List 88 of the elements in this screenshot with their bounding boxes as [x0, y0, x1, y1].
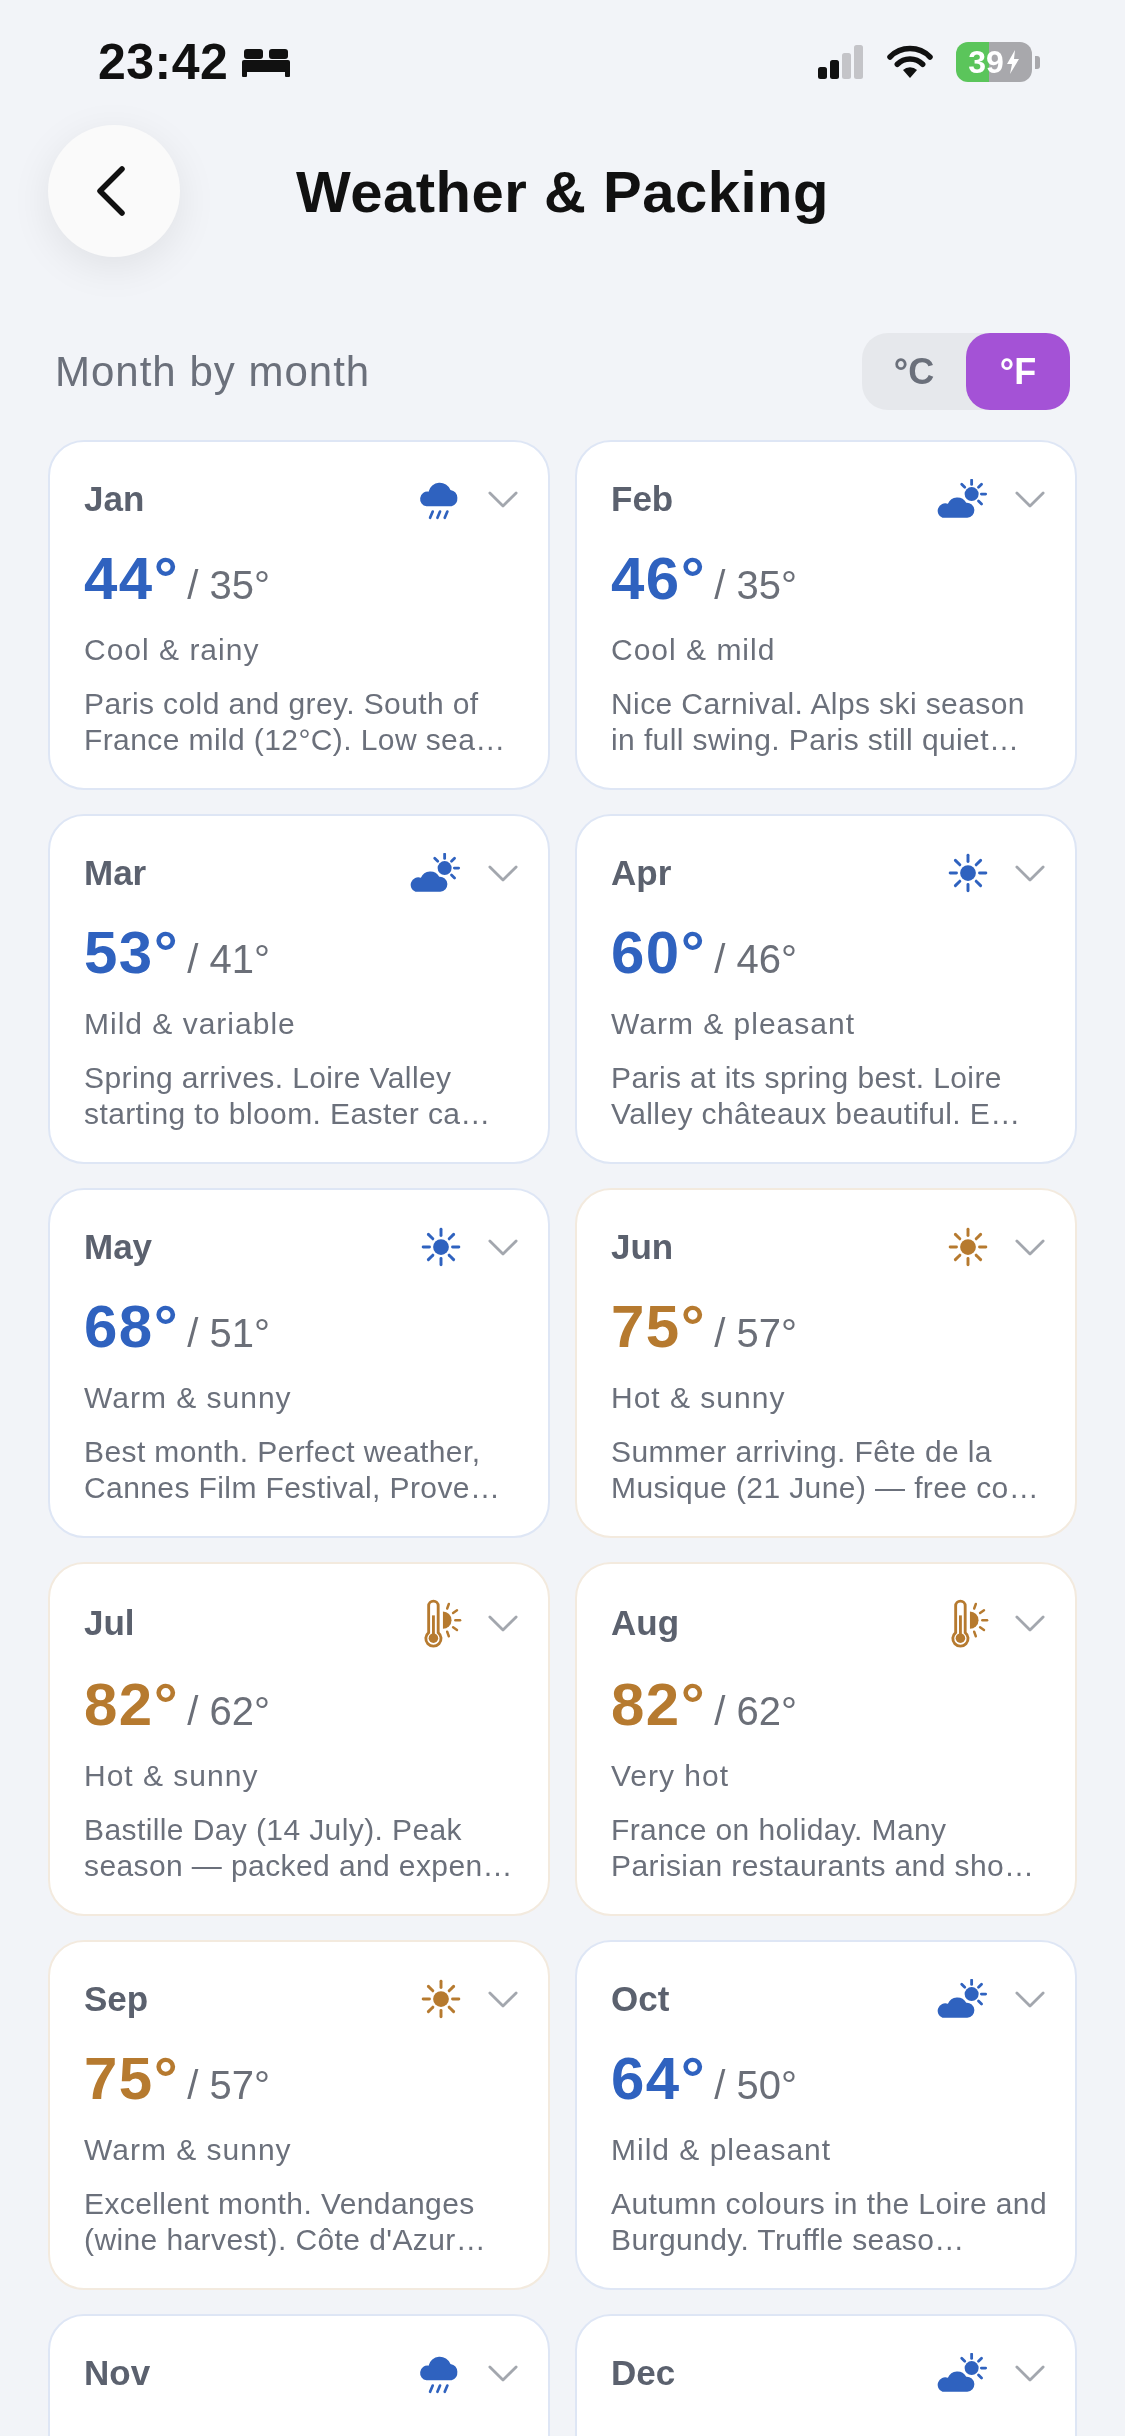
- high-temperature: 64°: [611, 2046, 707, 2112]
- high-temperature: 44°: [84, 546, 180, 612]
- high-temperature: 75°: [84, 2046, 180, 2112]
- month-card[interactable]: Aug 82°/ 62° Very hot France on holiday. Many Parisian restaurants and sho…: [575, 1562, 1077, 1916]
- month-card[interactable]: Sep 75°/ 57° Warm & sunny Excellent month. Vendanges (wine harvest). Côte d'Azur…: [48, 1940, 550, 2290]
- weather-condition: Mild & pleasant: [611, 2132, 833, 2168]
- month-description: Best month. Perfect weather, Cannes Film Festival, Prove…: [84, 1434, 502, 1506]
- month-name: Jan: [84, 479, 145, 519]
- chevron-down-icon[interactable]: [488, 490, 518, 508]
- high-temperature: 60°: [611, 920, 707, 986]
- high-temperature: 75°: [611, 1294, 707, 1360]
- weather-condition: Warm & sunny: [84, 2132, 293, 2168]
- unit-option[interactable]: °F: [966, 333, 1070, 410]
- chevron-down-icon[interactable]: [488, 1238, 518, 1256]
- high-temperature: 68°: [84, 1294, 180, 1360]
- chevron-down-icon[interactable]: [488, 1990, 518, 2008]
- month-description: Paris cold and grey. South of France mild (12°C). Low sea…: [84, 686, 507, 758]
- weather-condition: Cool & mild: [611, 632, 777, 668]
- chevron-left-icon: [96, 166, 126, 216]
- month-card[interactable]: Nov: [48, 2314, 550, 2436]
- chevron-down-icon[interactable]: [488, 2364, 518, 2382]
- section-title: Month by month: [55, 347, 371, 396]
- chevron-down-icon[interactable]: [488, 864, 518, 882]
- month-name: Dec: [611, 2353, 676, 2393]
- chevron-down-icon[interactable]: [1015, 490, 1045, 508]
- high-temperature: 53°: [84, 920, 180, 986]
- weather-condition: Mild & variable: [84, 1006, 297, 1042]
- status-time: 23:42: [98, 33, 229, 91]
- low-temperature: / 57°: [714, 1311, 797, 1356]
- high-temperature: 82°: [84, 1672, 180, 1738]
- month-name: Oct: [611, 1979, 670, 2019]
- month-name: Jun: [611, 1227, 674, 1267]
- month-card[interactable]: May 68°/ 51° Warm & sunny Best month. Perfect weather, Cannes Film Festival, Prove…: [48, 1188, 550, 1538]
- weather-condition: Cool & rainy: [84, 632, 261, 668]
- month-card[interactable]: Jan 44°/ 35° Cool & rainy Paris cold and grey. South of France mild (12°C). Low sea…: [48, 440, 550, 790]
- month-description: Paris at its spring best. Loire Valley châteaux beautiful. E…: [611, 1060, 1022, 1132]
- low-temperature: / 62°: [187, 1689, 270, 1734]
- month-name: Jul: [84, 1603, 135, 1643]
- weather-condition: Warm & sunny: [84, 1380, 293, 1416]
- month-card[interactable]: Mar 53°/ 41° Mild & variable Spring arrives. Loire Valley starting to bloom. Easter ca…: [48, 814, 550, 1164]
- weather-condition: Warm & pleasant: [611, 1006, 856, 1042]
- unit-option[interactable]: °C: [862, 333, 966, 410]
- month-name: Nov: [84, 2353, 151, 2393]
- month-name: May: [84, 1227, 153, 1267]
- month-description: Nice Carnival. Alps ski season in full swing. Paris still quiet…: [611, 686, 1026, 758]
- chevron-down-icon[interactable]: [1015, 1614, 1045, 1632]
- month-card[interactable]: Oct 64°/ 50° Mild & pleasant Autumn colours in the Loire and Burgundy. Truffle seaso…: [575, 1940, 1077, 2290]
- month-name: Mar: [84, 853, 147, 893]
- month-card[interactable]: Dec: [575, 2314, 1077, 2436]
- battery-percent: 39: [968, 46, 1004, 78]
- month-description: France on holiday. Many Parisian restaurants and sho…: [611, 1812, 1036, 1884]
- month-description: Bastille Day (14 July). Peak season — packed and expen…: [84, 1812, 514, 1884]
- month-card[interactable]: Jul 82°/ 62° Hot & sunny Bastille Day (14 July). Peak season — packed and expen…: [48, 1562, 550, 1916]
- bed-icon: [242, 47, 291, 77]
- month-name: Sep: [84, 1979, 149, 2019]
- low-temperature: / 41°: [187, 937, 270, 982]
- month-description: Excellent month. Vendanges (wine harvest). Côte d'Azur…: [84, 2186, 488, 2258]
- month-name: Feb: [611, 479, 674, 519]
- charging-bolt-icon: [1005, 50, 1020, 74]
- wifi-icon: [886, 45, 934, 79]
- low-temperature: / 46°: [714, 937, 797, 982]
- signal-icon: [818, 45, 864, 79]
- low-temperature: / 50°: [714, 2063, 797, 2108]
- low-temperature: / 35°: [187, 563, 270, 608]
- month-description: Autumn colours in the Loire and Burgundy. Truffle seaso…: [611, 2186, 1048, 2258]
- chevron-down-icon[interactable]: [1015, 1990, 1045, 2008]
- page-title: Weather & Packing: [296, 157, 829, 225]
- month-card[interactable]: Feb 46°/ 35° Cool & mild Nice Carnival. Alps ski season in full swing. Paris still quiet…: [575, 440, 1077, 790]
- chevron-down-icon[interactable]: [1015, 2364, 1045, 2382]
- battery-cap: [1035, 55, 1040, 69]
- month-card[interactable]: Apr 60°/ 46° Warm & pleasant Paris at its spring best. Loire Valley châteaux beautiful. E…: [575, 814, 1077, 1164]
- month-description: Summer arriving. Fête de la Musique (21 June) — free co…: [611, 1434, 1041, 1506]
- month-name: Aug: [611, 1603, 680, 1643]
- high-temperature: 46°: [611, 546, 707, 612]
- month-description: Spring arrives. Loire Valley starting to bloom. Easter ca…: [84, 1060, 492, 1132]
- month-card[interactable]: Jun 75°/ 57° Hot & sunny Summer arriving. Fête de la Musique (21 June) — free co…: [575, 1188, 1077, 1538]
- high-temperature: 82°: [611, 1672, 707, 1738]
- low-temperature: / 51°: [187, 1311, 270, 1356]
- month-name: Apr: [611, 853, 672, 893]
- low-temperature: / 62°: [714, 1689, 797, 1734]
- weather-condition: Hot & sunny: [611, 1380, 787, 1416]
- weather-condition: Very hot: [611, 1758, 731, 1794]
- chevron-down-icon[interactable]: [1015, 1238, 1045, 1256]
- weather-condition: Hot & sunny: [84, 1758, 260, 1794]
- chevron-down-icon[interactable]: [488, 1614, 518, 1632]
- low-temperature: / 57°: [187, 2063, 270, 2108]
- low-temperature: / 35°: [714, 563, 797, 608]
- chevron-down-icon[interactable]: [1015, 864, 1045, 882]
